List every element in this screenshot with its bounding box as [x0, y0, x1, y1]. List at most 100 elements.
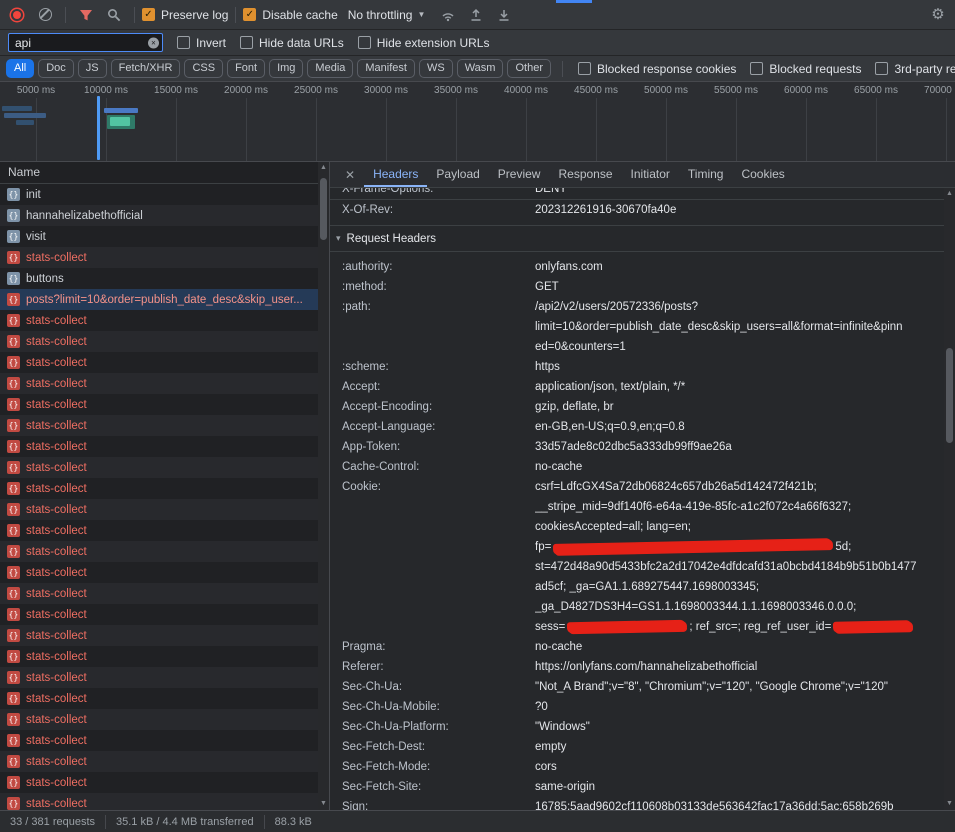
- type-filter-img[interactable]: Img: [269, 59, 303, 78]
- request-row[interactable]: {}stats-collect: [0, 331, 329, 352]
- hide-extension-urls-checkbox[interactable]: Hide extension URLs: [358, 36, 490, 50]
- invert-checkbox[interactable]: Invert: [177, 36, 226, 50]
- scroll-up-icon[interactable]: ▲: [944, 188, 955, 200]
- scroll-up-icon[interactable]: ▲: [318, 162, 329, 174]
- type-filter-wasm[interactable]: Wasm: [457, 59, 504, 78]
- type-filter-fetch-xhr[interactable]: Fetch/XHR: [111, 59, 181, 78]
- request-row[interactable]: {}stats-collect: [0, 772, 329, 793]
- header-row: Cookie:csrf=LdfcGX4Sa72db06824c657db26a5…: [330, 477, 944, 637]
- request-row[interactable]: {}stats-collect: [0, 730, 329, 751]
- request-row[interactable]: {}stats-collect: [0, 457, 329, 478]
- disable-cache-checkbox[interactable]: ✓ Disable cache: [243, 8, 337, 22]
- filter-checkbox-3rd-party-requests[interactable]: 3rd-party requests: [875, 62, 955, 76]
- request-row[interactable]: {}stats-collect: [0, 688, 329, 709]
- tab-preview[interactable]: Preview: [489, 162, 550, 187]
- request-name: stats-collect: [26, 777, 329, 789]
- header-name: Sign:: [330, 797, 535, 810]
- request-row[interactable]: {}stats-collect: [0, 562, 329, 583]
- overview-gridline: [946, 98, 947, 161]
- overview-activity-bar: [4, 113, 46, 118]
- details-scrollbar[interactable]: ▲ ▼: [944, 188, 955, 810]
- request-row[interactable]: {}stats-collect: [0, 709, 329, 730]
- network-main: Name {}init{}hannahelizabethofficial{}vi…: [0, 162, 955, 810]
- record-button[interactable]: [4, 3, 30, 27]
- search-button[interactable]: [101, 3, 127, 27]
- filter-checkbox-blocked-requests[interactable]: Blocked requests: [750, 62, 861, 76]
- tab-response[interactable]: Response: [549, 162, 621, 187]
- request-row[interactable]: {}stats-collect: [0, 499, 329, 520]
- settings-button[interactable]: ⚙: [925, 3, 951, 27]
- request-row[interactable]: {}stats-collect: [0, 604, 329, 625]
- request-row[interactable]: {}stats-collect: [0, 625, 329, 646]
- request-row[interactable]: {}buttons: [0, 268, 329, 289]
- request-row-selected[interactable]: {}posts?limit=10&order=publish_date_desc…: [0, 289, 329, 310]
- hide-data-urls-checkbox[interactable]: Hide data URLs: [240, 36, 344, 50]
- tab-timing[interactable]: Timing: [679, 162, 733, 187]
- header-value-fragment: fp=: [535, 541, 551, 553]
- requests-scrollbar[interactable]: ▲ ▼: [318, 162, 329, 810]
- overview-time-label: 40000 ms: [504, 85, 548, 96]
- toolbar-divider: [134, 7, 135, 23]
- request-row[interactable]: {}stats-collect: [0, 436, 329, 457]
- filter-input-wrap: ×: [8, 33, 163, 52]
- name-column-header[interactable]: Name: [0, 162, 329, 184]
- scrollbar-thumb[interactable]: [320, 178, 327, 240]
- request-row[interactable]: {}stats-collect: [0, 646, 329, 667]
- request-row[interactable]: {}stats-collect: [0, 751, 329, 772]
- request-row[interactable]: {}stats-collect: [0, 415, 329, 436]
- request-row[interactable]: {}stats-collect: [0, 583, 329, 604]
- type-filter-manifest[interactable]: Manifest: [357, 59, 415, 78]
- type-filter-js[interactable]: JS: [78, 59, 107, 78]
- scroll-down-icon[interactable]: ▼: [318, 798, 329, 810]
- type-filter-doc[interactable]: Doc: [38, 59, 74, 78]
- request-row[interactable]: {}stats-collect: [0, 478, 329, 499]
- request-type-icon: {}: [7, 293, 20, 306]
- export-har-button[interactable]: [491, 3, 517, 27]
- header-value-fragment: 5d;: [835, 541, 851, 553]
- clear-button[interactable]: [32, 3, 58, 27]
- overview-strip[interactable]: 5000 ms10000 ms15000 ms20000 ms25000 ms3…: [0, 82, 955, 162]
- clear-filter-icon[interactable]: ×: [148, 37, 159, 48]
- tab-headers[interactable]: Headers: [364, 162, 427, 187]
- filter-toggle-button[interactable]: [73, 3, 99, 27]
- request-row[interactable]: {}init: [0, 184, 329, 205]
- request-row[interactable]: {}stats-collect: [0, 793, 329, 810]
- type-filter-media[interactable]: Media: [307, 59, 353, 78]
- filter-checkbox-blocked-response-cookies[interactable]: Blocked response cookies: [578, 62, 736, 76]
- throttling-select[interactable]: No throttling ▼: [340, 8, 434, 22]
- filter-input[interactable]: [8, 33, 163, 52]
- network-conditions-button[interactable]: [435, 3, 461, 27]
- request-row[interactable]: {}visit: [0, 226, 329, 247]
- request-row[interactable]: {}stats-collect: [0, 352, 329, 373]
- request-row[interactable]: {}stats-collect: [0, 667, 329, 688]
- type-filter-ws[interactable]: WS: [419, 59, 453, 78]
- request-row[interactable]: {}stats-collect: [0, 541, 329, 562]
- tab-initiator[interactable]: Initiator: [622, 162, 679, 187]
- overview-gridline: [316, 98, 317, 161]
- request-row[interactable]: {}stats-collect: [0, 394, 329, 415]
- advanced-filter-checkboxes: Blocked response cookies Blocked requests…: [578, 62, 949, 76]
- type-filter-all[interactable]: All: [6, 59, 34, 78]
- request-headers-section[interactable]: ▾ Request Headers: [330, 226, 944, 252]
- scroll-down-icon[interactable]: ▼: [944, 798, 955, 810]
- type-filter-css[interactable]: CSS: [184, 59, 223, 78]
- request-row[interactable]: {}stats-collect: [0, 373, 329, 394]
- preserve-log-checkbox[interactable]: ✓ Preserve log: [142, 8, 228, 22]
- type-filter-font[interactable]: Font: [227, 59, 265, 78]
- request-name: stats-collect: [26, 399, 329, 411]
- close-details-button[interactable]: ✕: [336, 168, 364, 182]
- request-row[interactable]: {}stats-collect: [0, 520, 329, 541]
- import-har-button[interactable]: [463, 3, 489, 27]
- header-row: Sec-Fetch-Mode:cors: [330, 757, 944, 777]
- request-row[interactable]: {}stats-collect: [0, 247, 329, 268]
- tab-payload[interactable]: Payload: [427, 162, 488, 187]
- request-row[interactable]: {}stats-collect: [0, 310, 329, 331]
- header-value: same-origin: [535, 777, 944, 797]
- scrollbar-thumb[interactable]: [946, 348, 953, 443]
- tab-cookies[interactable]: Cookies: [732, 162, 793, 187]
- request-row[interactable]: {}hannahelizabethofficial: [0, 205, 329, 226]
- request-type-icon: {}: [7, 230, 20, 243]
- type-filter-other[interactable]: Other: [507, 59, 551, 78]
- header-value-line: ad5cf; _ga=GA1.1.689275447.1698003345;: [535, 577, 944, 597]
- header-value: https://onlyfans.com/hannahelizabethoffi…: [535, 657, 944, 677]
